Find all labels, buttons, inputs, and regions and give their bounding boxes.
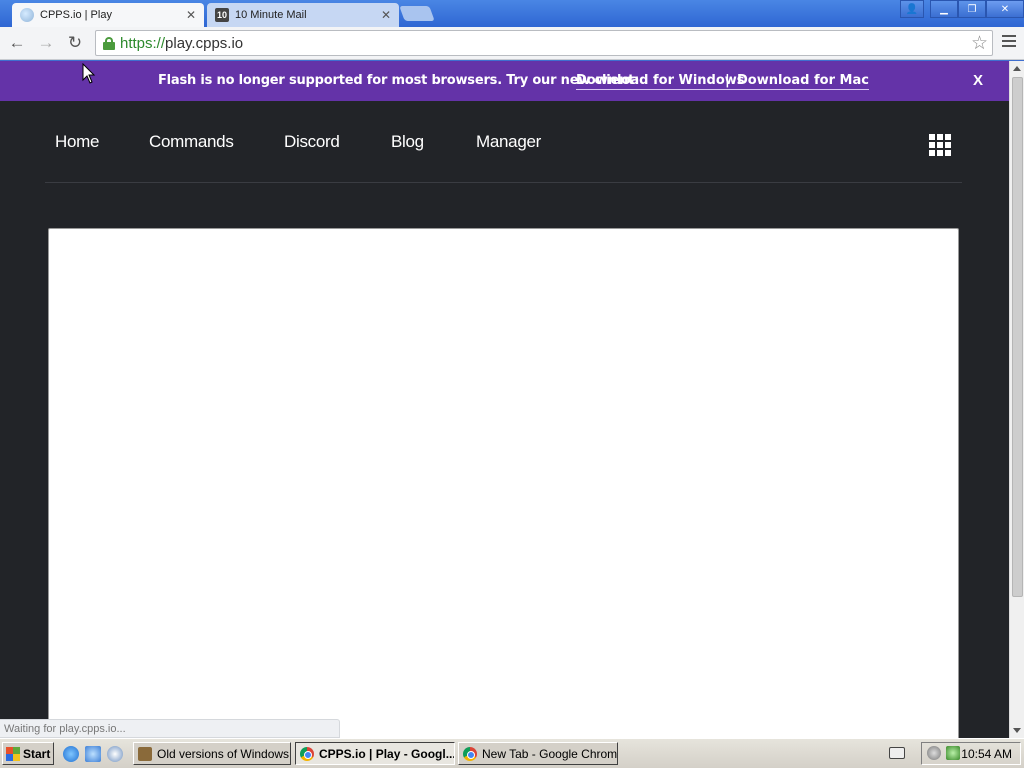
taskbar: Start Old versions of Windows... CPPS.io…	[0, 738, 1024, 768]
new-tab-button[interactable]	[399, 6, 435, 21]
tab-strip: CPPS.io | Play ✕ 10 10 Minute Mail ✕ 👤 ▁…	[0, 0, 1024, 27]
browser-status-bubble: Waiting for play.cpps.io...	[0, 719, 340, 738]
nav-blog[interactable]: Blog	[391, 132, 424, 152]
start-label: Start	[23, 746, 51, 761]
download-windows-link[interactable]: Download for Windows	[576, 73, 745, 90]
bookmark-star-icon[interactable]: ☆	[971, 32, 988, 55]
address-bar[interactable]: https://play.cpps.io ☆	[95, 30, 993, 56]
window-controls: 👤 ▁ ❐ ✕	[900, 0, 1024, 18]
banner-close-button[interactable]: X	[973, 72, 983, 89]
tab-title: 10 Minute Mail	[235, 9, 307, 21]
back-arrow-icon[interactable]: ←	[7, 33, 27, 53]
media-player-icon[interactable]	[107, 746, 123, 762]
nav-home[interactable]: Home	[55, 132, 99, 152]
network-tray-icon[interactable]	[946, 746, 960, 760]
reload-icon[interactable]: ↻	[65, 33, 85, 53]
show-desktop-icon[interactable]	[85, 746, 101, 762]
keyboard-layout-icon[interactable]	[889, 747, 905, 759]
scroll-down-icon[interactable]	[1013, 728, 1021, 733]
apps-grid-icon[interactable]	[929, 134, 951, 156]
windows-logo-icon	[6, 746, 20, 761]
taskbar-clock: 10:54 AM	[961, 747, 1012, 761]
nav-manager[interactable]: Manager	[476, 132, 541, 152]
banner-message: Flash is no longer supported for most br…	[158, 73, 640, 88]
explorer-window-icon	[138, 746, 152, 761]
minimize-button[interactable]: ▁	[930, 0, 958, 18]
tab-10-minute-mail[interactable]: 10 10 Minute Mail ✕	[207, 3, 399, 27]
scrollbar-thumb[interactable]	[1012, 77, 1023, 597]
tab-cpps-play[interactable]: CPPS.io | Play ✕	[12, 3, 204, 27]
mouse-cursor-icon	[82, 63, 96, 84]
taskbar-item-cpps-play[interactable]: CPPS.io | Play - Googl...	[295, 742, 455, 765]
page-scrollbar[interactable]	[1009, 61, 1024, 738]
nav-divider	[45, 182, 962, 183]
volume-tray-icon[interactable]	[927, 746, 941, 760]
chrome-icon	[300, 746, 314, 761]
chrome-menu-icon[interactable]	[1002, 35, 1016, 50]
flash-notice-banner: Flash is no longer supported for most br…	[0, 61, 1009, 101]
close-window-button[interactable]: ✕	[986, 0, 1024, 18]
internet-explorer-icon[interactable]	[63, 746, 79, 762]
forward-arrow-icon[interactable]: →	[36, 33, 56, 53]
cpps-favicon-icon	[20, 8, 34, 22]
taskbar-item-new-tab[interactable]: New Tab - Google Chrome	[458, 742, 618, 765]
system-tray: 10:54 AM	[921, 742, 1021, 765]
tab-close-icon[interactable]: ✕	[186, 8, 196, 22]
scroll-up-icon[interactable]	[1013, 66, 1021, 71]
download-mac-link[interactable]: Download for Mac	[737, 73, 869, 90]
page-viewport: Flash is no longer supported for most br…	[0, 61, 1009, 738]
start-button[interactable]: Start	[2, 742, 54, 765]
restore-button[interactable]: ❐	[958, 0, 986, 18]
game-client-frame[interactable]	[48, 228, 959, 738]
10-minute-mail-favicon-icon: 10	[215, 8, 229, 22]
lock-icon	[103, 37, 115, 50]
nav-commands[interactable]: Commands	[149, 132, 234, 152]
taskbar-item-old-versions[interactable]: Old versions of Windows...	[133, 742, 291, 765]
user-profile-button[interactable]: 👤	[900, 0, 924, 18]
nav-discord[interactable]: Discord	[284, 132, 340, 152]
site-nav: Home Commands Discord Blog Manager	[0, 101, 1009, 183]
chrome-icon	[463, 746, 477, 761]
address-url[interactable]: https://play.cpps.io	[120, 35, 243, 52]
banner-separator: |	[725, 73, 730, 88]
tab-close-icon[interactable]: ✕	[381, 8, 391, 22]
browser-toolbar: ← → ↻ https://play.cpps.io ☆	[0, 27, 1024, 60]
tab-title: CPPS.io | Play	[40, 9, 112, 21]
